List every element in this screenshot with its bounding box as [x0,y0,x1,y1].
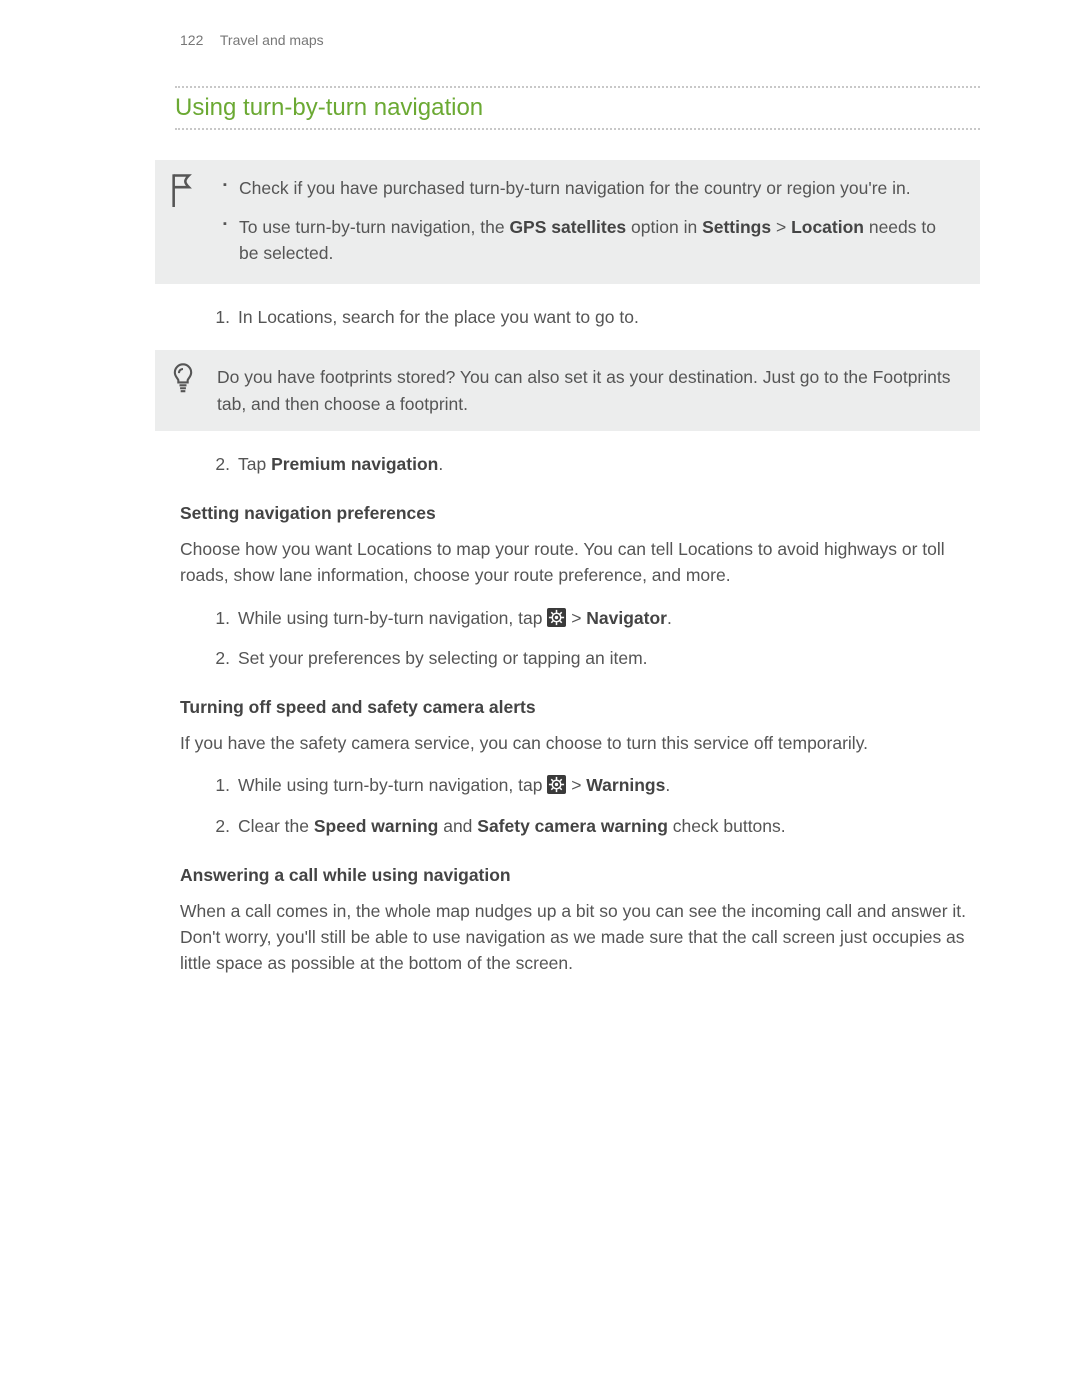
gear-icon [547,608,566,627]
bold-text: Safety camera warning [477,816,668,836]
step-number: 2. [208,645,230,671]
page-number: 122 [180,32,216,48]
step-text: In Locations, search for the place you w… [238,307,639,327]
step-item: 1. While using turn-by-turn navigation, … [216,605,980,631]
step-text: Clear the [238,816,314,836]
bold-text: Navigator [586,608,667,628]
step-item: 1. While using turn-by-turn navigation, … [216,772,980,798]
paragraph: When a call comes in, the whole map nudg… [180,898,980,977]
paragraph: If you have the safety camera service, y… [180,730,980,756]
step-number: 1. [208,772,230,798]
requirement-item: To use turn-by-turn navigation, the GPS … [223,215,960,266]
step-item: 2. Set your preferences by selecting or … [216,645,980,671]
step-text: check buttons. [668,816,786,836]
prefs-steps-list: 1. While using turn-by-turn navigation, … [180,605,980,672]
tip-text: Do you have footprints stored? You can a… [217,364,960,417]
step-number: 2. [208,813,230,839]
section-title: Using turn-by-turn navigation [175,94,980,122]
paragraph: Choose how you want Locations to map you… [180,536,980,589]
step-text: Tap [238,454,271,474]
requirement-text: Check if you have purchased turn-by-turn… [239,178,911,198]
step-text: . [667,608,672,628]
step-text: and [438,816,477,836]
step-item: 2. Tap Premium navigation. [216,451,980,477]
step-item: 2. Clear the Speed warning and Safety ca… [216,813,980,839]
main-steps-list: 2. Tap Premium navigation. [180,451,980,477]
flag-icon [169,172,197,207]
subheading-alerts: Turning off speed and safety camera aler… [180,697,980,718]
step-number: 1. [208,605,230,631]
step-text: While using turn-by-turn navigation, tap [238,608,547,628]
requirement-item: Check if you have purchased turn-by-turn… [223,176,960,201]
requirement-text: To use turn-by-turn navigation, the [239,217,509,237]
bold-text: Warnings [586,775,665,795]
requirements-callout: Check if you have purchased turn-by-turn… [155,160,980,284]
chapter-title: Travel and maps [220,32,324,48]
step-number: 2. [208,451,230,477]
bold-text: Premium navigation [271,454,438,474]
step-item: 1. In Locations, search for the place yo… [216,304,980,330]
tip-callout: Do you have footprints stored? You can a… [155,350,980,431]
bold-text: GPS satellites [509,217,626,237]
section-title-rule: Using turn-by-turn navigation [175,86,980,130]
bold-text: Speed warning [314,816,438,836]
requirement-text: option in [626,217,702,237]
lightbulb-icon [169,362,197,397]
step-text: While using turn-by-turn navigation, tap [238,775,547,795]
step-text: > [566,608,586,628]
step-text: . [438,454,443,474]
requirements-list: Check if you have purchased turn-by-turn… [217,176,960,266]
page-header: 122 Travel and maps [180,32,980,48]
main-steps-list: 1. In Locations, search for the place yo… [180,304,980,330]
alerts-steps-list: 1. While using turn-by-turn navigation, … [180,772,980,839]
step-text: . [665,775,670,795]
gear-icon [547,775,566,794]
step-number: 1. [208,304,230,330]
requirement-text: > [771,217,791,237]
subheading-call: Answering a call while using navigation [180,865,980,886]
bold-text: Settings [702,217,771,237]
subheading-preferences: Setting navigation preferences [180,503,980,524]
step-text: > [566,775,586,795]
step-text: Set your preferences by selecting or tap… [238,648,648,668]
document-page: 122 Travel and maps Using turn-by-turn n… [0,0,1080,977]
bold-text: Location [791,217,864,237]
